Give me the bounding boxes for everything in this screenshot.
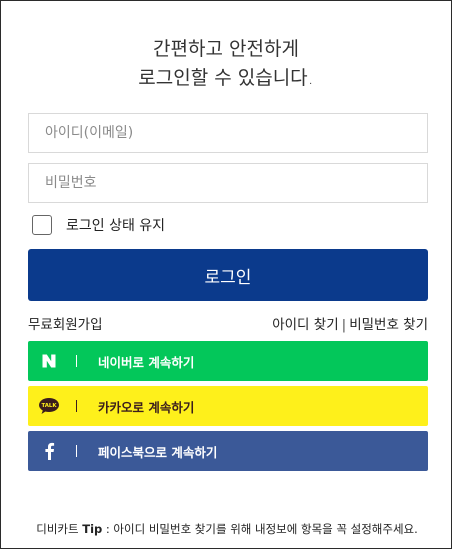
svg-text:TALK: TALK	[41, 403, 57, 409]
keep-login-checkbox[interactable]	[32, 215, 52, 235]
facebook-divider	[76, 445, 77, 457]
login-button[interactable]: 로그인	[28, 249, 428, 301]
password-input[interactable]	[28, 163, 428, 203]
naver-login-button[interactable]: 네이버로 계속하기	[28, 341, 428, 381]
kakao-divider	[76, 400, 77, 412]
link-separator: |	[341, 317, 347, 333]
naver-divider	[76, 355, 77, 367]
naver-n-icon	[28, 353, 70, 369]
tip-message: : 아이디 비밀번호 찾기를 위해 내정보에 항목을 꼭 설정해주세요.	[102, 522, 418, 536]
keep-login-option[interactable]: 로그인 상태 유지	[32, 214, 165, 236]
facebook-login-button[interactable]: 페이스북으로 계속하기	[28, 431, 428, 471]
keep-login-label[interactable]: 로그인 상태 유지	[66, 215, 165, 235]
kakao-talk-icon: TALK	[28, 397, 70, 415]
tip-text: 디비카트 Tip : 아이디 비밀번호 찾기를 위해 내정보에 항목을 꼭 설정…	[1, 521, 452, 537]
tip-label: Tip	[82, 522, 103, 536]
naver-login-label: 네이버로 계속하기	[98, 354, 195, 370]
account-links: 무료회원가입 아이디 찾기 | 비밀번호 찾기	[28, 313, 428, 333]
headline-line-2: 로그인할 수 있습니다.	[138, 67, 314, 89]
find-password-link[interactable]: 비밀번호 찾기	[349, 317, 428, 333]
find-id-link[interactable]: 아이디 찾기	[272, 317, 338, 333]
userid-input[interactable]	[28, 113, 428, 153]
headline: 간편하고 안전하게 로그인할 수 있습니다.	[1, 35, 451, 93]
facebook-f-icon	[28, 442, 70, 460]
kakao-login-button[interactable]: TALK 카카오로 계속하기	[28, 386, 428, 426]
kakao-login-label: 카카오로 계속하기	[98, 399, 195, 415]
find-links: 아이디 찾기 | 비밀번호 찾기	[272, 313, 428, 333]
facebook-login-label: 페이스북으로 계속하기	[98, 444, 218, 460]
login-panel: 간편하고 안전하게 로그인할 수 있습니다. 로그인 상태 유지 로그인 무료회…	[0, 0, 452, 549]
tip-prefix: 디비카트	[36, 522, 79, 536]
signup-link[interactable]: 무료회원가입	[28, 313, 103, 333]
headline-line-1: 간편하고 안전하게	[153, 38, 299, 60]
